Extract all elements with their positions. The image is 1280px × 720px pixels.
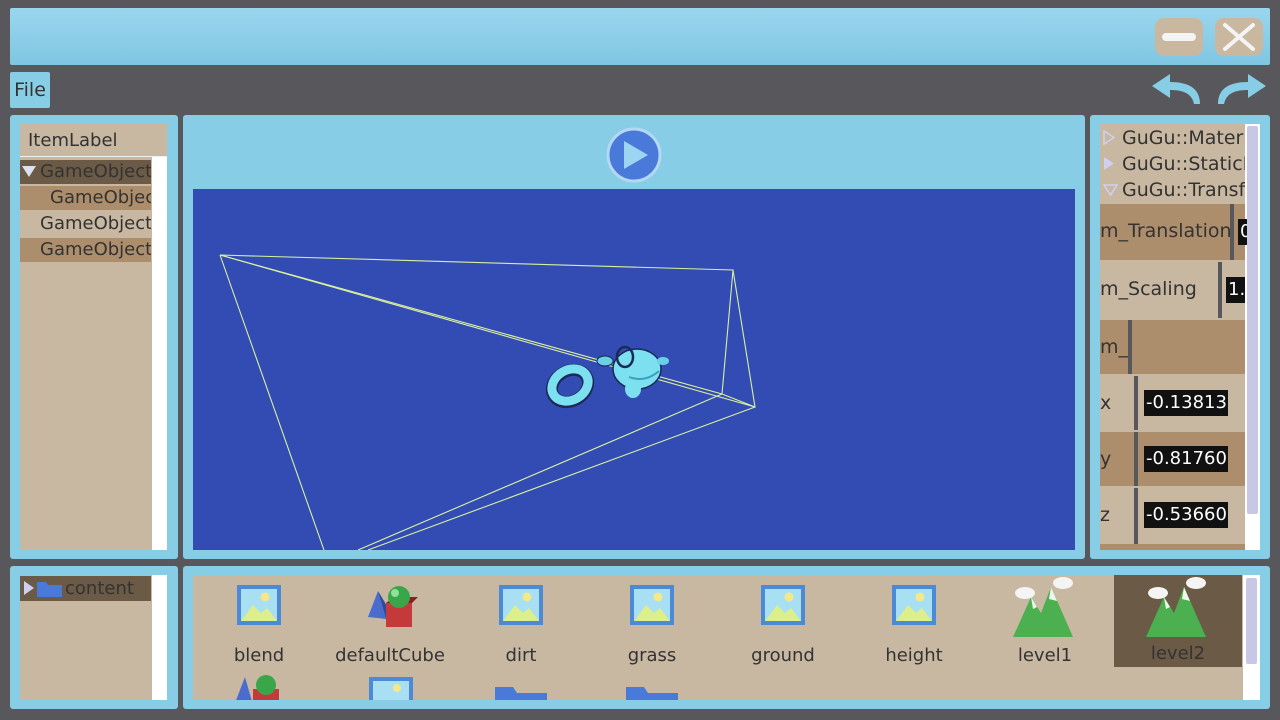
asset-item[interactable]: ground	[719, 577, 847, 669]
asset-item-selected[interactable]: level2	[1114, 575, 1242, 667]
tree-item-label: GameObject	[40, 239, 151, 260]
splitter[interactable]	[1134, 488, 1138, 550]
asset-scroll-thumb[interactable]	[1246, 578, 1257, 664]
translation-row: m_Translation	[1100, 204, 1245, 260]
monkey-mesh	[596, 345, 669, 398]
next-row	[1100, 544, 1245, 550]
image-icon	[369, 677, 413, 700]
minimize-icon	[1162, 33, 1196, 41]
rotation-row: m_	[1100, 320, 1245, 374]
component-label: GuGu::Transfor	[1122, 179, 1245, 201]
asset-grid: blend defaultCube dirt grass ground heig…	[193, 575, 1243, 700]
splitter[interactable]	[1218, 262, 1222, 318]
scene-viewport[interactable]	[193, 189, 1075, 550]
tree-item[interactable]: GameObject	[20, 186, 151, 210]
scaling-value-field[interactable]: 1.0	[1226, 277, 1245, 303]
asset-label: dirt	[505, 645, 537, 666]
tree-item[interactable]: GameObject	[20, 212, 151, 236]
folder-item[interactable]: content	[20, 576, 151, 601]
rotation-label: m_	[1100, 336, 1129, 358]
splitter[interactable]	[1230, 204, 1234, 260]
translation-label: m_Translation	[1100, 220, 1232, 242]
asset-item[interactable]: defaultCube	[326, 577, 454, 669]
image-icon	[892, 585, 936, 625]
hierarchy-scrollbar[interactable]	[152, 157, 167, 550]
close-icon	[1223, 23, 1255, 51]
hierarchy-header-label: ItemLabel	[28, 130, 118, 151]
asset-item[interactable]: blend	[195, 577, 323, 669]
y-label: y	[1100, 448, 1112, 470]
image-icon	[237, 585, 281, 625]
camera-frustum	[219, 254, 756, 550]
asset-item[interactable]: height	[850, 577, 978, 669]
image-icon	[630, 585, 674, 625]
minimize-button[interactable]	[1155, 18, 1203, 56]
folder-icon	[626, 687, 678, 700]
splitter[interactable]	[1134, 376, 1138, 430]
component-label: GuGu::Material	[1122, 127, 1245, 149]
level-icon	[1146, 577, 1206, 637]
inspector-scroll-thumb[interactable]	[1247, 126, 1258, 514]
asset-label: grass	[627, 645, 677, 666]
asset-label: ground	[751, 645, 815, 666]
asset-label: level2	[1150, 643, 1206, 664]
folder-icon	[37, 582, 62, 597]
tree-item-label: GameObject	[50, 187, 151, 208]
scaling-row: m_Scaling	[1100, 262, 1245, 318]
tree-item[interactable]: GameObject	[20, 238, 151, 262]
play-button[interactable]	[604, 125, 664, 185]
component-material[interactable]: GuGu::Material	[1100, 126, 1245, 150]
y-value-field[interactable]: -0.817602	[1144, 446, 1228, 472]
z-label: z	[1100, 504, 1110, 526]
folder-scrollbar[interactable]	[152, 575, 167, 700]
asset-label: blend	[233, 645, 285, 666]
asset-item[interactable]: grass	[588, 577, 716, 669]
collapsed-arrow-icon[interactable]	[23, 580, 35, 596]
tree-item-label: GameObject	[40, 161, 151, 182]
title-bar	[10, 8, 1270, 65]
undo-icon[interactable]	[1148, 70, 1208, 108]
scene-render	[219, 254, 756, 550]
redo-icon[interactable]	[1210, 70, 1270, 108]
x-label: x	[1100, 392, 1112, 414]
expanded-arrow-icon	[1103, 184, 1118, 196]
folder-label: content	[65, 578, 134, 599]
splitter[interactable]	[1128, 320, 1132, 374]
mesh-icon	[368, 586, 418, 627]
translation-value-field[interactable]: 0	[1238, 219, 1247, 245]
tree-item[interactable]: GameObject	[20, 160, 151, 184]
hierarchy-header: ItemLabel	[20, 124, 167, 157]
component-transform[interactable]: GuGu::Transfor	[1100, 178, 1245, 202]
close-button[interactable]	[1215, 18, 1263, 56]
image-icon	[499, 585, 543, 625]
level-icon	[1013, 577, 1073, 637]
collapsed-arrow-icon	[1104, 157, 1114, 170]
torus-mesh	[545, 363, 595, 409]
expand-arrow-icon[interactable]	[22, 166, 36, 178]
asset-label: height	[885, 645, 943, 666]
image-icon	[761, 585, 805, 625]
collapsed-arrow-icon	[1103, 130, 1115, 145]
asset-label: level1	[1017, 645, 1073, 666]
asset-item[interactable]: dirt	[457, 577, 585, 669]
z-value-field[interactable]: -0.536606	[1144, 502, 1228, 528]
x-value-field[interactable]: -0.138131	[1144, 390, 1228, 416]
file-menu[interactable]: File	[10, 72, 50, 108]
component-label: GuGu::StaticMe	[1122, 153, 1245, 175]
folder-icon	[495, 687, 547, 700]
component-static-mesh[interactable]: GuGu::StaticMe	[1100, 152, 1245, 176]
splitter[interactable]	[1134, 432, 1138, 486]
asset-label: defaultCube	[335, 645, 445, 666]
scaling-label: m_Scaling	[1100, 278, 1197, 300]
play-icon	[606, 127, 662, 183]
mesh-icon	[236, 675, 279, 700]
asset-item[interactable]: level1	[981, 577, 1109, 669]
tree-item-label: GameObject	[40, 213, 151, 234]
